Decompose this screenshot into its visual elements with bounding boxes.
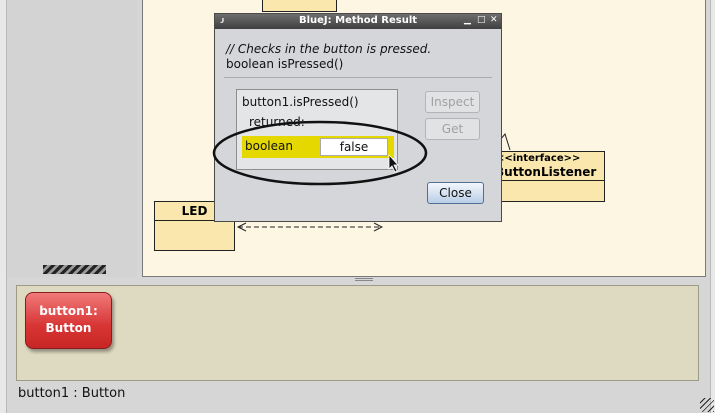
result-row[interactable]: boolean false (242, 136, 394, 158)
inspect-button[interactable]: Inspect (425, 91, 480, 113)
result-value: false (320, 138, 388, 156)
bluej-main-window: LED <<interface>> ButtonListener button1… (0, 0, 715, 413)
class-box-top[interactable] (262, 0, 337, 12)
method-comment: // Checks in the button is pressed. (226, 42, 432, 56)
pane-divider[interactable] (7, 277, 710, 283)
vm-activity-indicator (43, 265, 106, 274)
object-bench (16, 285, 699, 381)
method-signature: boolean isPressed() (226, 57, 344, 71)
class-stereotype: <<interface>> (496, 153, 581, 164)
returned-label: returned: (249, 115, 305, 129)
method-result-dialog: ᴊ BlueJ: Method Result ▁ □ ✕ // Checks i… (214, 13, 502, 222)
maximize-icon[interactable]: □ (477, 15, 486, 25)
close-icon[interactable]: ✕ (490, 15, 498, 25)
divider-grip-icon[interactable] (355, 278, 373, 281)
dialog-titlebar[interactable]: ᴊ BlueJ: Method Result ▁ □ ✕ (215, 14, 501, 29)
object-label-name: button1: (39, 304, 98, 318)
window-left-border (0, 0, 7, 413)
method-call: button1.isPressed() (242, 95, 359, 109)
object-label-type: Button (45, 321, 92, 335)
class-name-button-listener: ButtonListener (494, 165, 604, 181)
window-right-border (710, 0, 715, 413)
status-bar: button1 : Button (18, 386, 126, 401)
resize-handle-icon[interactable] (700, 398, 714, 412)
dialog-title: BlueJ: Method Result (298, 15, 418, 26)
result-panel: button1.isPressed() returned: boolean fa… (236, 89, 398, 170)
object-button1[interactable]: button1: Button (25, 292, 112, 349)
class-box-button-listener[interactable]: <<interface>> ButtonListener (493, 151, 605, 202)
result-type: boolean (245, 139, 293, 153)
close-button[interactable]: Close (427, 182, 484, 204)
tool-panel (7, 0, 137, 278)
minimize-icon[interactable]: ▁ (464, 15, 471, 25)
get-button[interactable]: Get (425, 118, 480, 140)
separator (224, 77, 492, 78)
